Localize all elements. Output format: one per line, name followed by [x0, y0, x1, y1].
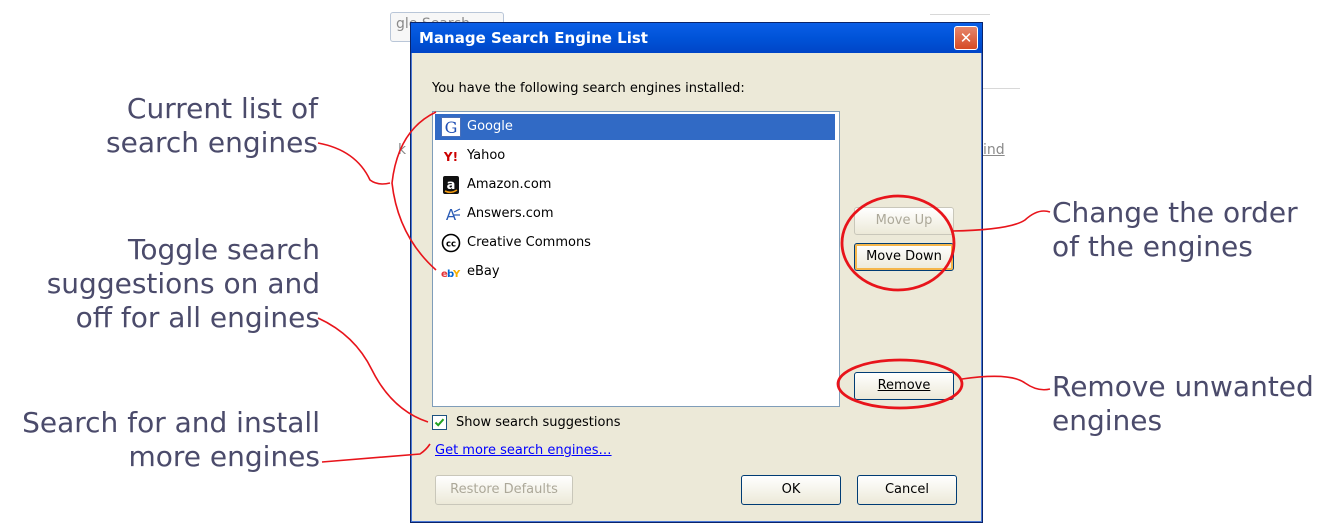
- engine-label: Answers.com: [467, 206, 554, 221]
- background-fragment-right: ind: [983, 142, 1005, 158]
- remove-label: Remove: [877, 378, 931, 393]
- remove-button[interactable]: Remove: [854, 372, 954, 400]
- answers-icon: A: [446, 206, 461, 224]
- annotation-remove-unwanted-text: Remove unwanted engines: [1052, 370, 1314, 437]
- yahoo-icon: Y!: [443, 150, 458, 164]
- show-suggestions-checkbox[interactable]: [432, 415, 447, 430]
- intro-label: You have the following search engines in…: [432, 81, 745, 96]
- annotation-remove-unwanted: Remove unwanted engines: [1052, 370, 1332, 438]
- ok-button[interactable]: OK: [741, 475, 841, 505]
- get-more-engines-link[interactable]: Get more search engines…: [435, 443, 612, 458]
- svg-text:G: G: [445, 118, 458, 137]
- annotation-change-order: Change the order of the engines: [1052, 196, 1332, 264]
- svg-text:cc: cc: [446, 240, 456, 250]
- dialog-titlebar[interactable]: Manage Search Engine List ✕: [411, 23, 982, 53]
- annotation-toggle-suggestions-text: Toggle search suggestions on and off for…: [46, 233, 320, 334]
- dialog-title: Manage Search Engine List: [419, 29, 648, 47]
- google-icon: G: [441, 117, 461, 137]
- restore-defaults-button[interactable]: Restore Defaults: [435, 475, 573, 505]
- search-engine-list[interactable]: G Google Y! Yahoo a Amazon.com A Answers…: [432, 111, 840, 407]
- engine-list-item-answers[interactable]: A Answers.com: [435, 201, 835, 227]
- engine-list-item-creative-commons[interactable]: cc Creative Commons: [435, 230, 835, 256]
- close-button[interactable]: ✕: [954, 26, 978, 50]
- annotation-search-install: Search for and install more engines: [0, 406, 320, 474]
- close-icon: ✕: [959, 29, 973, 47]
- engine-list-item-ebay[interactable]: e b Y eBay: [435, 259, 835, 285]
- manage-search-engines-dialog: Manage Search Engine List ✕ You have the…: [410, 22, 983, 523]
- background-fragment-left: k: [398, 142, 407, 158]
- background-divider: [930, 14, 990, 15]
- annotation-current-list-text: Current list of search engines: [106, 92, 318, 159]
- restore-defaults-label: Restore Defaults: [450, 482, 558, 497]
- cancel-button[interactable]: Cancel: [857, 475, 957, 505]
- annotation-toggle-suggestions: Toggle search suggestions on and off for…: [20, 233, 320, 335]
- svg-text:Y: Y: [452, 269, 461, 280]
- cancel-label: Cancel: [884, 482, 930, 497]
- engine-list-item-google[interactable]: G Google: [435, 114, 835, 140]
- amazon-icon: a: [443, 176, 459, 194]
- move-down-button[interactable]: Move Down: [854, 243, 954, 271]
- annotation-change-order-text: Change the order of the engines: [1052, 196, 1298, 263]
- show-suggestions-label[interactable]: Show search suggestions: [456, 415, 621, 430]
- move-down-label: Move Down: [866, 249, 942, 264]
- background-divider: [980, 88, 1020, 89]
- move-up-label: Move Up: [875, 213, 933, 228]
- engine-label: Creative Commons: [467, 235, 591, 250]
- engine-list-item-amazon[interactable]: a Amazon.com: [435, 172, 835, 198]
- engine-label: eBay: [467, 264, 500, 279]
- ebay-icon: e b Y: [441, 269, 461, 280]
- creative-commons-icon: cc: [441, 233, 461, 253]
- engine-label: Google: [467, 119, 513, 134]
- engine-list-item-yahoo[interactable]: Y! Yahoo: [435, 143, 835, 169]
- annotation-search-install-text: Search for and install more engines: [22, 406, 320, 473]
- annotation-current-list: Current list of search engines: [40, 92, 318, 160]
- svg-text:Y!: Y!: [443, 150, 458, 164]
- engine-label: Yahoo: [467, 148, 506, 163]
- callout-current-list-line: [317, 142, 391, 185]
- ok-label: OK: [781, 482, 801, 497]
- move-up-button[interactable]: Move Up: [854, 207, 954, 235]
- engine-label: Amazon.com: [467, 177, 552, 192]
- checkmark-icon: [434, 418, 445, 427]
